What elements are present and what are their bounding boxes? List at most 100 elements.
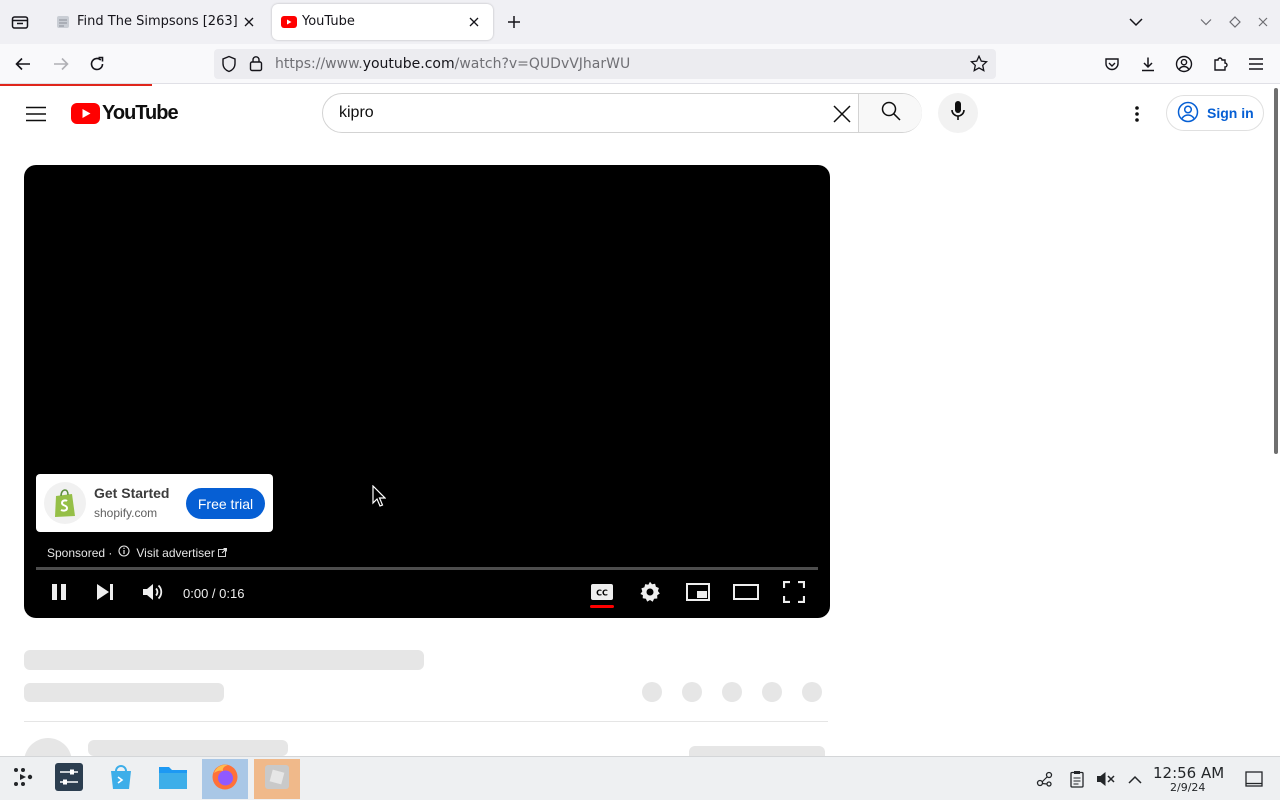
skip-next-icon bbox=[96, 583, 114, 605]
settings-button[interactable] bbox=[632, 581, 668, 607]
hamburger-menu-icon[interactable] bbox=[1246, 54, 1266, 74]
action-placeholder bbox=[642, 682, 662, 702]
back-arrow-icon[interactable] bbox=[12, 54, 34, 74]
duration: 0:16 bbox=[219, 586, 245, 601]
clock-date[interactable]: 2/9/24 bbox=[1170, 781, 1205, 794]
volume-icon bbox=[142, 582, 164, 606]
search-input[interactable] bbox=[339, 94, 819, 132]
clipboard-icon[interactable] bbox=[1067, 769, 1087, 789]
taskbar-app-window[interactable] bbox=[254, 759, 300, 799]
account-circle-icon bbox=[1177, 101, 1199, 126]
list-all-tabs-icon[interactable] bbox=[1126, 12, 1146, 32]
taskbar-firefox[interactable] bbox=[202, 759, 248, 799]
folder-icon bbox=[158, 764, 188, 794]
fullscreen-button[interactable] bbox=[776, 580, 812, 607]
sign-in-label: Sign in bbox=[1207, 105, 1254, 121]
tab-find-the-simpsons[interactable]: Find The Simpsons [263] - bbox=[44, 4, 268, 40]
time-display: 0:00 / 0:16 bbox=[183, 586, 245, 601]
account-icon[interactable] bbox=[1174, 54, 1194, 74]
subtitles-button[interactable]: CC bbox=[584, 581, 620, 607]
fullscreen-icon bbox=[782, 580, 806, 607]
pause-button[interactable] bbox=[41, 581, 77, 607]
miniplayer-icon bbox=[686, 583, 710, 605]
address-bar[interactable]: https://www.youtube.com/watch?v=QUDvVJha… bbox=[214, 49, 996, 79]
youtube-masthead: YouTube Sign in bbox=[0, 86, 1272, 142]
video-player[interactable]: Get Started shopify.com Free trial Spons… bbox=[24, 165, 830, 618]
action-placeholder bbox=[722, 682, 742, 702]
youtube-play-logo-icon bbox=[71, 103, 100, 128]
forward-arrow-icon[interactable] bbox=[50, 54, 72, 74]
reload-icon[interactable] bbox=[86, 54, 108, 74]
application-launcher[interactable] bbox=[0, 759, 46, 799]
mute-button[interactable] bbox=[135, 581, 171, 607]
action-placeholder bbox=[762, 682, 782, 702]
theater-mode-icon bbox=[733, 584, 759, 604]
youtube-logo[interactable]: YouTube bbox=[71, 102, 179, 128]
page-icon bbox=[55, 14, 71, 34]
clock-time[interactable]: 12:56 AM bbox=[1153, 764, 1224, 782]
extensions-icon[interactable] bbox=[1210, 54, 1230, 74]
minimize-window-icon[interactable] bbox=[1198, 14, 1214, 30]
description-placeholder bbox=[88, 740, 288, 756]
search-icon bbox=[881, 101, 901, 125]
search-button[interactable] bbox=[859, 94, 922, 132]
close-tab-icon[interactable] bbox=[240, 13, 258, 31]
pocket-icon[interactable] bbox=[1102, 54, 1122, 74]
browser-nav-bar: https://www.youtube.com/watch?v=QUDvVJha… bbox=[0, 44, 1280, 84]
firefox-icon bbox=[211, 763, 239, 795]
settings-sliders-icon bbox=[55, 763, 83, 795]
channel-placeholder bbox=[24, 683, 224, 702]
microphone-icon bbox=[951, 101, 965, 125]
theater-mode-button[interactable] bbox=[728, 581, 764, 607]
current-time: 0:00 bbox=[183, 586, 209, 601]
taskbar-file-manager[interactable] bbox=[150, 759, 196, 799]
store-bag-icon bbox=[107, 763, 135, 795]
clear-search-icon[interactable] bbox=[831, 103, 853, 125]
info-icon[interactable] bbox=[118, 545, 130, 560]
app-window-icon bbox=[263, 763, 291, 795]
video-progress-bar[interactable] bbox=[36, 567, 818, 570]
close-tab-icon[interactable] bbox=[465, 13, 483, 31]
youtube-icon bbox=[281, 15, 297, 33]
maximize-window-icon[interactable] bbox=[1227, 14, 1243, 30]
closed-captions-icon: CC bbox=[591, 584, 613, 604]
volume-muted-icon[interactable] bbox=[1096, 769, 1116, 789]
expand-tray-icon[interactable] bbox=[1125, 769, 1145, 789]
section-divider bbox=[24, 721, 828, 722]
action-placeholder bbox=[802, 682, 822, 702]
taskbar-system-settings[interactable] bbox=[46, 759, 92, 799]
voice-search-button[interactable] bbox=[938, 93, 978, 133]
bookmark-star-icon[interactable] bbox=[969, 54, 989, 76]
tab-list-icon[interactable] bbox=[8, 11, 32, 33]
new-tab-icon[interactable] bbox=[504, 12, 524, 32]
title-placeholder bbox=[24, 650, 424, 670]
sign-in-button[interactable]: Sign in bbox=[1166, 95, 1264, 131]
system-taskbar: 12:56 AM 2/9/24 bbox=[0, 756, 1280, 800]
browser-tab-bar: Find The Simpsons [263] - YouTube bbox=[0, 0, 1280, 44]
url-text[interactable]: https://www.youtube.com/watch?v=QUDvVJha… bbox=[275, 56, 630, 72]
lock-icon[interactable] bbox=[249, 55, 263, 76]
captions-active-indicator bbox=[590, 605, 614, 608]
show-desktop-icon[interactable] bbox=[1244, 769, 1264, 789]
tab-youtube[interactable]: YouTube bbox=[272, 4, 493, 40]
more-options-icon[interactable] bbox=[1126, 102, 1148, 126]
youtube-logo-text: YouTube bbox=[102, 102, 179, 124]
taskbar-discover[interactable] bbox=[98, 759, 144, 799]
sponsored-line: Sponsored · Visit advertiser bbox=[47, 545, 227, 560]
guide-menu-icon[interactable] bbox=[24, 102, 48, 126]
external-link-icon bbox=[217, 546, 227, 560]
page-scrollbar[interactable] bbox=[1274, 88, 1278, 454]
search-box bbox=[322, 93, 922, 133]
shield-icon[interactable] bbox=[221, 55, 237, 77]
ad-domain: shopify.com bbox=[94, 506, 158, 520]
visit-advertiser-link[interactable]: Visit advertiser bbox=[136, 546, 214, 560]
next-button[interactable] bbox=[87, 581, 123, 607]
free-trial-button[interactable]: Free trial bbox=[186, 488, 265, 519]
downloads-icon[interactable] bbox=[1138, 54, 1158, 74]
network-icon[interactable] bbox=[1035, 769, 1055, 789]
sponsored-label: Sponsored · bbox=[47, 545, 113, 560]
miniplayer-button[interactable] bbox=[680, 581, 716, 607]
shopify-logo bbox=[44, 482, 86, 524]
ad-card[interactable]: Get Started shopify.com Free trial bbox=[36, 474, 273, 532]
close-window-icon[interactable] bbox=[1255, 14, 1271, 30]
